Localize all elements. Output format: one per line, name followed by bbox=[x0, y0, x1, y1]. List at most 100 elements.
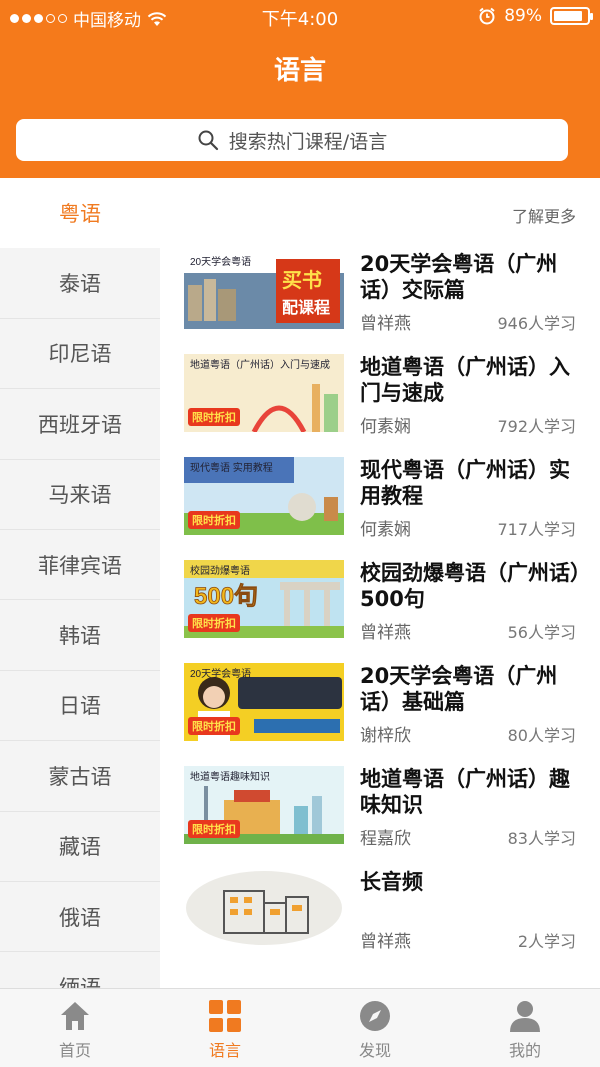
compass-icon bbox=[358, 999, 392, 1033]
sidebar-item-label: 缅语 bbox=[59, 975, 101, 988]
course-thumbnail: 地道粤语（广州话）入门与速成 限时折扣 bbox=[184, 354, 344, 432]
sidebar-item-label: 俄语 bbox=[59, 905, 101, 930]
course-item[interactable]: 现代粤语 实用教程 限时折扣 现代粤语（广州话）实用教程 何素娴 717人学习 bbox=[160, 454, 600, 557]
course-learners: 56人学习 bbox=[507, 623, 576, 642]
thumb-big: 500句 bbox=[194, 583, 258, 610]
course-teacher: 何素娴 bbox=[360, 417, 411, 437]
thumb-sale: 限时折扣 bbox=[192, 513, 236, 527]
sidebar-item-10[interactable]: 俄语 bbox=[0, 882, 160, 953]
more-link[interactable]: 了解更多 bbox=[512, 203, 576, 227]
course-thumbnail: 20天学会粤语 限时折扣 bbox=[184, 663, 344, 741]
sidebar-item-9[interactable]: 藏语 bbox=[0, 812, 160, 882]
tab-bar: 首页 语言 发现 我的 bbox=[0, 988, 600, 1067]
course-learners: 2人学习 bbox=[517, 932, 576, 951]
thumb-title: 20天学会粤语 bbox=[190, 667, 251, 680]
course-title: 现代粤语（广州话）实用教程 bbox=[360, 458, 570, 508]
thumb-title: 现代粤语 实用教程 bbox=[190, 461, 273, 474]
sidebar-item-8[interactable]: 蒙古语 bbox=[0, 741, 160, 812]
tab-label: 发现 bbox=[358, 1041, 391, 1060]
course-item[interactable]: 买书 配课程 20天学会粤语 20天学会粤语（广州话）交际篇 曾祥燕 946人学习 bbox=[160, 248, 600, 351]
sidebar-item-label: 粤语 bbox=[59, 202, 101, 227]
thumb-title: 校园劲爆粤语 bbox=[190, 564, 250, 577]
sidebar-item-6[interactable]: 韩语 bbox=[0, 600, 160, 671]
search-bar[interactable]: 搜索热门课程/语言 bbox=[16, 119, 568, 161]
language-sidebar: 粤语泰语印尼语西班牙语马来语菲律宾语韩语日语蒙古语藏语俄语缅语 bbox=[0, 178, 160, 988]
course-item[interactable]: 长音频 曾祥燕 2人学习 bbox=[160, 866, 600, 969]
search-icon bbox=[198, 130, 218, 151]
course-thumbnail: 地道粤语趣味知识 限时折扣 bbox=[184, 766, 344, 844]
course-title: 校园劲爆粤语（广州话）500句 bbox=[360, 561, 581, 611]
course-learners: 80人学习 bbox=[507, 726, 576, 745]
sidebar-item-3[interactable]: 西班牙语 bbox=[0, 389, 160, 460]
sidebar-item-label: 韩语 bbox=[59, 624, 101, 649]
course-teacher: 程嘉欣 bbox=[360, 829, 411, 849]
course-item[interactable]: 地道粤语趣味知识 限时折扣 地道粤语（广州话）趣味知识 程嘉欣 83人学习 bbox=[160, 763, 600, 866]
sidebar-item-2[interactable]: 印尼语 bbox=[0, 319, 160, 390]
status-bar: 中国移动 下午4:00 89% bbox=[0, 0, 600, 34]
sidebar-item-0[interactable]: 粤语 bbox=[0, 178, 160, 249]
course-title: 地道粤语（广州话）趣味知识 bbox=[360, 767, 570, 817]
course-learners: 83人学习 bbox=[507, 829, 576, 848]
course-item[interactable]: 20天学会粤语 限时折扣 20天学会粤语（广州话）基础篇 谢梓欣 80人学习 bbox=[160, 660, 600, 763]
person-icon bbox=[508, 999, 542, 1033]
thumb-badge-1: 买书 bbox=[282, 269, 322, 292]
course-teacher: 曾祥燕 bbox=[360, 932, 411, 952]
course-title: 地道粤语（广州话）入门与速成 bbox=[360, 355, 570, 405]
thumb-badge-2: 配课程 bbox=[282, 299, 330, 317]
battery-percent: 89% bbox=[504, 6, 542, 26]
tab-label: 首页 bbox=[58, 1041, 91, 1060]
course-learners: 717人学习 bbox=[497, 520, 576, 539]
course-thumbnail bbox=[184, 869, 344, 947]
tab-person[interactable]: 我的 bbox=[450, 989, 600, 1067]
sidebar-item-7[interactable]: 日语 bbox=[0, 671, 160, 742]
course-teacher: 曾祥燕 bbox=[360, 623, 411, 643]
page-title: 语言 bbox=[273, 56, 326, 86]
course-title: 长音频 bbox=[360, 870, 423, 894]
course-thumbnail: 现代粤语 实用教程 限时折扣 bbox=[184, 457, 344, 535]
sidebar-item-label: 菲律宾语 bbox=[38, 553, 122, 578]
thumb-title: 地道粤语（广州话）入门与速成 bbox=[190, 358, 330, 371]
sidebar-item-label: 西班牙语 bbox=[38, 412, 122, 437]
more-row: 了解更多 bbox=[160, 178, 600, 248]
course-thumbnail: 买书 配课程 20天学会粤语 bbox=[184, 251, 344, 329]
sidebar-item-label: 藏语 bbox=[59, 835, 101, 860]
sidebar-item-5[interactable]: 菲律宾语 bbox=[0, 530, 160, 601]
header: 中国移动 下午4:00 89% 语言 搜索热门课程/语言 bbox=[0, 0, 600, 178]
course-title: 20天学会粤语（广州话）基础篇 bbox=[360, 664, 558, 714]
alarm-icon bbox=[479, 7, 495, 25]
thumb-title: 20天学会粤语 bbox=[190, 255, 251, 268]
sidebar-item-label: 泰语 bbox=[59, 272, 101, 297]
home-icon bbox=[58, 999, 92, 1033]
grid-icon bbox=[208, 999, 242, 1033]
tab-label: 我的 bbox=[508, 1041, 541, 1060]
thumb-sale: 限时折扣 bbox=[192, 822, 236, 836]
sidebar-item-label: 蒙古语 bbox=[48, 764, 112, 789]
sidebar-item-4[interactable]: 马来语 bbox=[0, 460, 160, 530]
tab-home[interactable]: 首页 bbox=[0, 989, 150, 1067]
course-title: 20天学会粤语（广州话）交际篇 bbox=[360, 252, 558, 302]
course-list: 了解更多 买书 配课程 20天学会粤语 20天学会粤语（广州话）交际篇 曾祥燕 9… bbox=[160, 178, 600, 988]
tab-grid[interactable]: 语言 bbox=[150, 989, 300, 1067]
status-right: 89% bbox=[478, 6, 593, 26]
sidebar-item-label: 印尼语 bbox=[48, 342, 112, 367]
course-teacher: 曾祥燕 bbox=[360, 314, 411, 334]
course-item[interactable]: 地道粤语（广州话）入门与速成 限时折扣 地道粤语（广州话）入门与速成 何素娴 79… bbox=[160, 351, 600, 454]
course-thumbnail: 500句 校园劲爆粤语 限时折扣 bbox=[184, 560, 344, 638]
thumb-sale: 限时折扣 bbox=[192, 719, 236, 733]
sidebar-item-label: 日语 bbox=[59, 694, 101, 719]
tab-label: 语言 bbox=[208, 1041, 241, 1060]
sidebar-item-label: 马来语 bbox=[48, 483, 112, 508]
search-placeholder: 搜索热门课程/语言 bbox=[228, 130, 388, 153]
courses: 买书 配课程 20天学会粤语 20天学会粤语（广州话）交际篇 曾祥燕 946人学习… bbox=[160, 248, 600, 969]
course-teacher: 谢梓欣 bbox=[360, 726, 411, 746]
course-teacher: 何素娴 bbox=[360, 520, 411, 540]
course-learners: 946人学习 bbox=[497, 314, 576, 333]
tab-compass[interactable]: 发现 bbox=[300, 989, 450, 1067]
course-item[interactable]: 500句 校园劲爆粤语 限时折扣 校园劲爆粤语（广州话）500句 曾祥燕 56人学… bbox=[160, 557, 600, 660]
battery-fill bbox=[554, 11, 583, 21]
sidebar-item-1[interactable]: 泰语 bbox=[0, 248, 160, 319]
sidebar-item-11[interactable]: 缅语 bbox=[0, 952, 160, 988]
thumb-title: 地道粤语趣味知识 bbox=[190, 770, 270, 783]
battery-icon bbox=[550, 7, 593, 25]
thumb-sale: 限时折扣 bbox=[192, 410, 236, 424]
